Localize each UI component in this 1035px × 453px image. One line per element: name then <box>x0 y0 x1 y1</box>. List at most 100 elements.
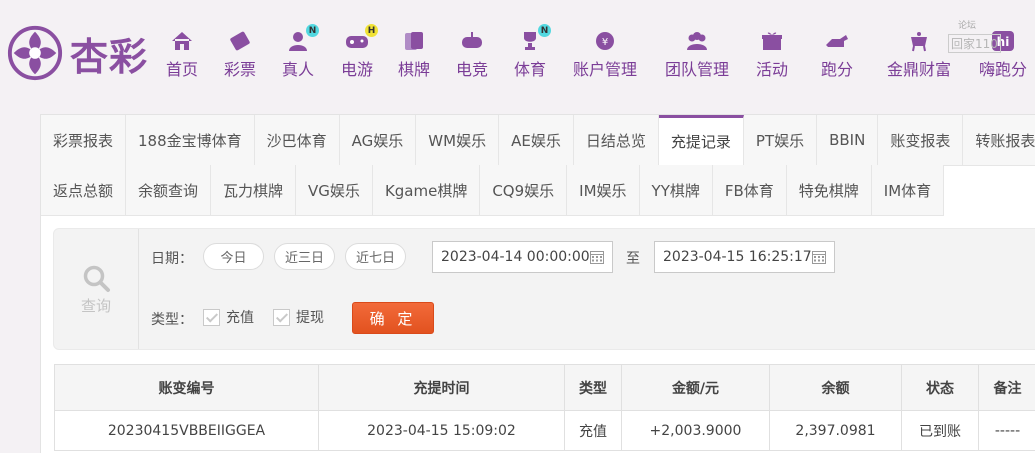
col-type: 类型 <box>564 364 622 411</box>
quick-today-button[interactable]: 今日 <box>203 243 264 270</box>
tab-row2-10[interactable]: IM体育 <box>871 165 945 216</box>
tab-row1-7[interactable]: 充提记录 <box>658 115 744 166</box>
tab-row1-4[interactable]: WM娱乐 <box>416 115 500 166</box>
nav-item-0[interactable]: 首页 <box>152 28 212 80</box>
nav-item-6[interactable]: N 体育 <box>500 24 560 80</box>
nav-label: 电竞 <box>455 60 488 79</box>
home-icon <box>167 28 197 54</box>
nav-label: 体育 <box>513 60 546 79</box>
tab-row2-8[interactable]: FB体育 <box>712 165 787 216</box>
brand-name: 杏彩 <box>70 33 149 79</box>
date-label: 日期： <box>151 251 193 267</box>
tab-row1-9[interactable]: BBIN <box>817 115 879 166</box>
tab-row2-4[interactable]: Kgame棋牌 <box>372 165 481 216</box>
cards-icon <box>399 28 429 54</box>
nav-label: 跑分 <box>820 60 853 79</box>
nav-item-2[interactable]: N 真人 <box>268 24 328 80</box>
tab-row2-6[interactable]: IM娱乐 <box>567 165 640 216</box>
brand-logo[interactable]: 杏彩 <box>6 22 156 84</box>
nav-item-4[interactable]: 棋牌 <box>384 28 444 80</box>
tab-row2-9[interactable]: 特免棋牌 <box>786 165 872 216</box>
quick-7days-button[interactable]: 近七日 <box>345 243 406 270</box>
apricot-emblem-icon <box>7 25 63 81</box>
tab-row1-11[interactable]: 转账报表 <box>963 115 1035 166</box>
nav-item-7[interactable]: ¥ 账户管理 <box>573 28 637 80</box>
nav-label: 首页 <box>165 60 198 79</box>
date-range-separator: 至 <box>626 251 640 267</box>
magnifier-icon <box>83 265 110 292</box>
type-label: 类型： <box>151 312 193 328</box>
account-coin-icon: ¥ <box>590 28 620 54</box>
gamepad-icon: H <box>342 24 378 54</box>
tab-row1-0[interactable]: 彩票报表 <box>41 115 127 166</box>
nav-label: 电游 <box>340 60 373 79</box>
deposit-checkbox[interactable]: 充值 <box>203 307 254 327</box>
new-badge: N <box>538 24 551 37</box>
transactions-table: 账变编号 充提时间 类型 金额/元 余额 状态 备注 20230415VBBEI… <box>54 364 1035 451</box>
cell-transaction-id: 20230415VBBEIIGGEA <box>54 410 319 451</box>
table-header-row: 账变编号 充提时间 类型 金额/元 余额 状态 备注 <box>54 364 1035 411</box>
new-badge: H <box>365 24 378 37</box>
calendar-icon <box>812 251 826 264</box>
tab-row1-8[interactable]: PT娱乐 <box>743 115 818 166</box>
nav-item-3[interactable]: H 电游 <box>327 24 387 80</box>
nav-item-9[interactable]: 活动 <box>742 28 802 80</box>
nav-label: 团队管理 <box>665 60 730 79</box>
tab-row1-6[interactable]: 日结总览 <box>573 115 659 166</box>
tab-row1-2[interactable]: 沙巴体育 <box>254 115 340 166</box>
calendar-icon <box>590 251 604 264</box>
team-icon <box>682 28 712 54</box>
cell-remark: ----- <box>978 410 1035 451</box>
nav-label: 活动 <box>755 60 788 79</box>
col-remark: 备注 <box>978 364 1035 411</box>
cell-balance: 2,397.0981 <box>769 410 902 451</box>
nav-label: 嗨跑分 <box>978 60 1027 79</box>
tab-row2-1[interactable]: 余额查询 <box>126 165 212 216</box>
report-panel: 彩票报表 188金宝博体育 沙巴体育 AG娱乐 WM娱乐 AE娱乐 日结总览 充提记录 PT娱乐… <box>40 114 1035 453</box>
tab-row2-7[interactable]: YY棋牌 <box>639 165 713 216</box>
horse-icon <box>822 28 852 54</box>
tripod-icon <box>904 28 934 54</box>
start-date-input[interactable]: 2023-04-14 00:00:00 <box>432 241 613 273</box>
col-transaction-id: 账变编号 <box>54 364 319 411</box>
nav-label: 真人 <box>281 60 314 79</box>
query-column: 查询 <box>54 229 139 349</box>
forum-watermark: 论坛 回家110 <box>944 16 1034 56</box>
end-date-input[interactable]: 2023-04-15 16:25:17 <box>654 241 835 273</box>
query-label: 查询 <box>80 296 111 315</box>
col-balance: 余额 <box>769 364 902 411</box>
col-time: 充提时间 <box>318 364 565 411</box>
tab-row2-5[interactable]: CQ9娱乐 <box>480 165 568 216</box>
esports-controller-icon <box>457 28 487 54</box>
cell-type: 充值 <box>564 410 622 451</box>
nav-item-10[interactable]: 跑分 <box>807 28 867 80</box>
nav-item-8[interactable]: 团队管理 <box>665 28 730 80</box>
tab-row2-3[interactable]: VG娱乐 <box>296 165 373 216</box>
top-header: 杏彩 首页 彩票 N 真人 H 电游 棋牌 电竞 N 体育 ¥ 账户管理 团队管理 活动 跑分 金鼎财富 hi 嗨… <box>0 0 1035 92</box>
cell-status: 已到账 <box>901 410 979 451</box>
svg-text:¥: ¥ <box>602 37 608 48</box>
col-status: 状态 <box>901 364 979 411</box>
report-tabs-row-1: 彩票报表 188金宝博体育 沙巴体育 AG娱乐 WM娱乐 AE娱乐 日结总览 充提记录 PT娱乐… <box>41 115 1035 166</box>
tab-row1-5[interactable]: AE娱乐 <box>499 115 574 166</box>
cell-amount: +2,003.9000 <box>621 410 770 451</box>
withdraw-checkbox[interactable]: 提现 <box>273 307 324 327</box>
checkbox-box <box>273 308 290 326</box>
tab-row2-0[interactable]: 返点总额 <box>41 165 127 216</box>
live-dealer-icon: N <box>283 24 319 54</box>
tab-row1-1[interactable]: 188金宝博体育 <box>126 115 255 166</box>
nav-item-1[interactable]: 彩票 <box>210 28 270 80</box>
nav-item-11[interactable]: 金鼎财富 <box>887 28 951 80</box>
lottery-ticket-icon <box>225 28 255 54</box>
tab-row2-2[interactable]: 瓦力棋牌 <box>211 165 297 216</box>
confirm-button[interactable]: 确 定 <box>352 302 434 334</box>
report-tabs-row-2: 返点总额 余额查询 瓦力棋牌 VG娱乐 Kgame棋牌 CQ9娱乐 IM娱乐 YY棋牌 FB体育… <box>41 165 945 216</box>
nav-label: 棋牌 <box>397 60 430 79</box>
nav-item-5[interactable]: 电竞 <box>442 28 502 80</box>
tab-row1-10[interactable]: 账变报表 <box>878 115 964 166</box>
quick-3days-button[interactable]: 近三日 <box>274 243 335 270</box>
tab-row1-3[interactable]: AG娱乐 <box>339 115 417 166</box>
checkbox-box <box>203 308 220 326</box>
col-amount: 金额/元 <box>621 364 770 411</box>
nav-label: 彩票 <box>223 60 256 79</box>
